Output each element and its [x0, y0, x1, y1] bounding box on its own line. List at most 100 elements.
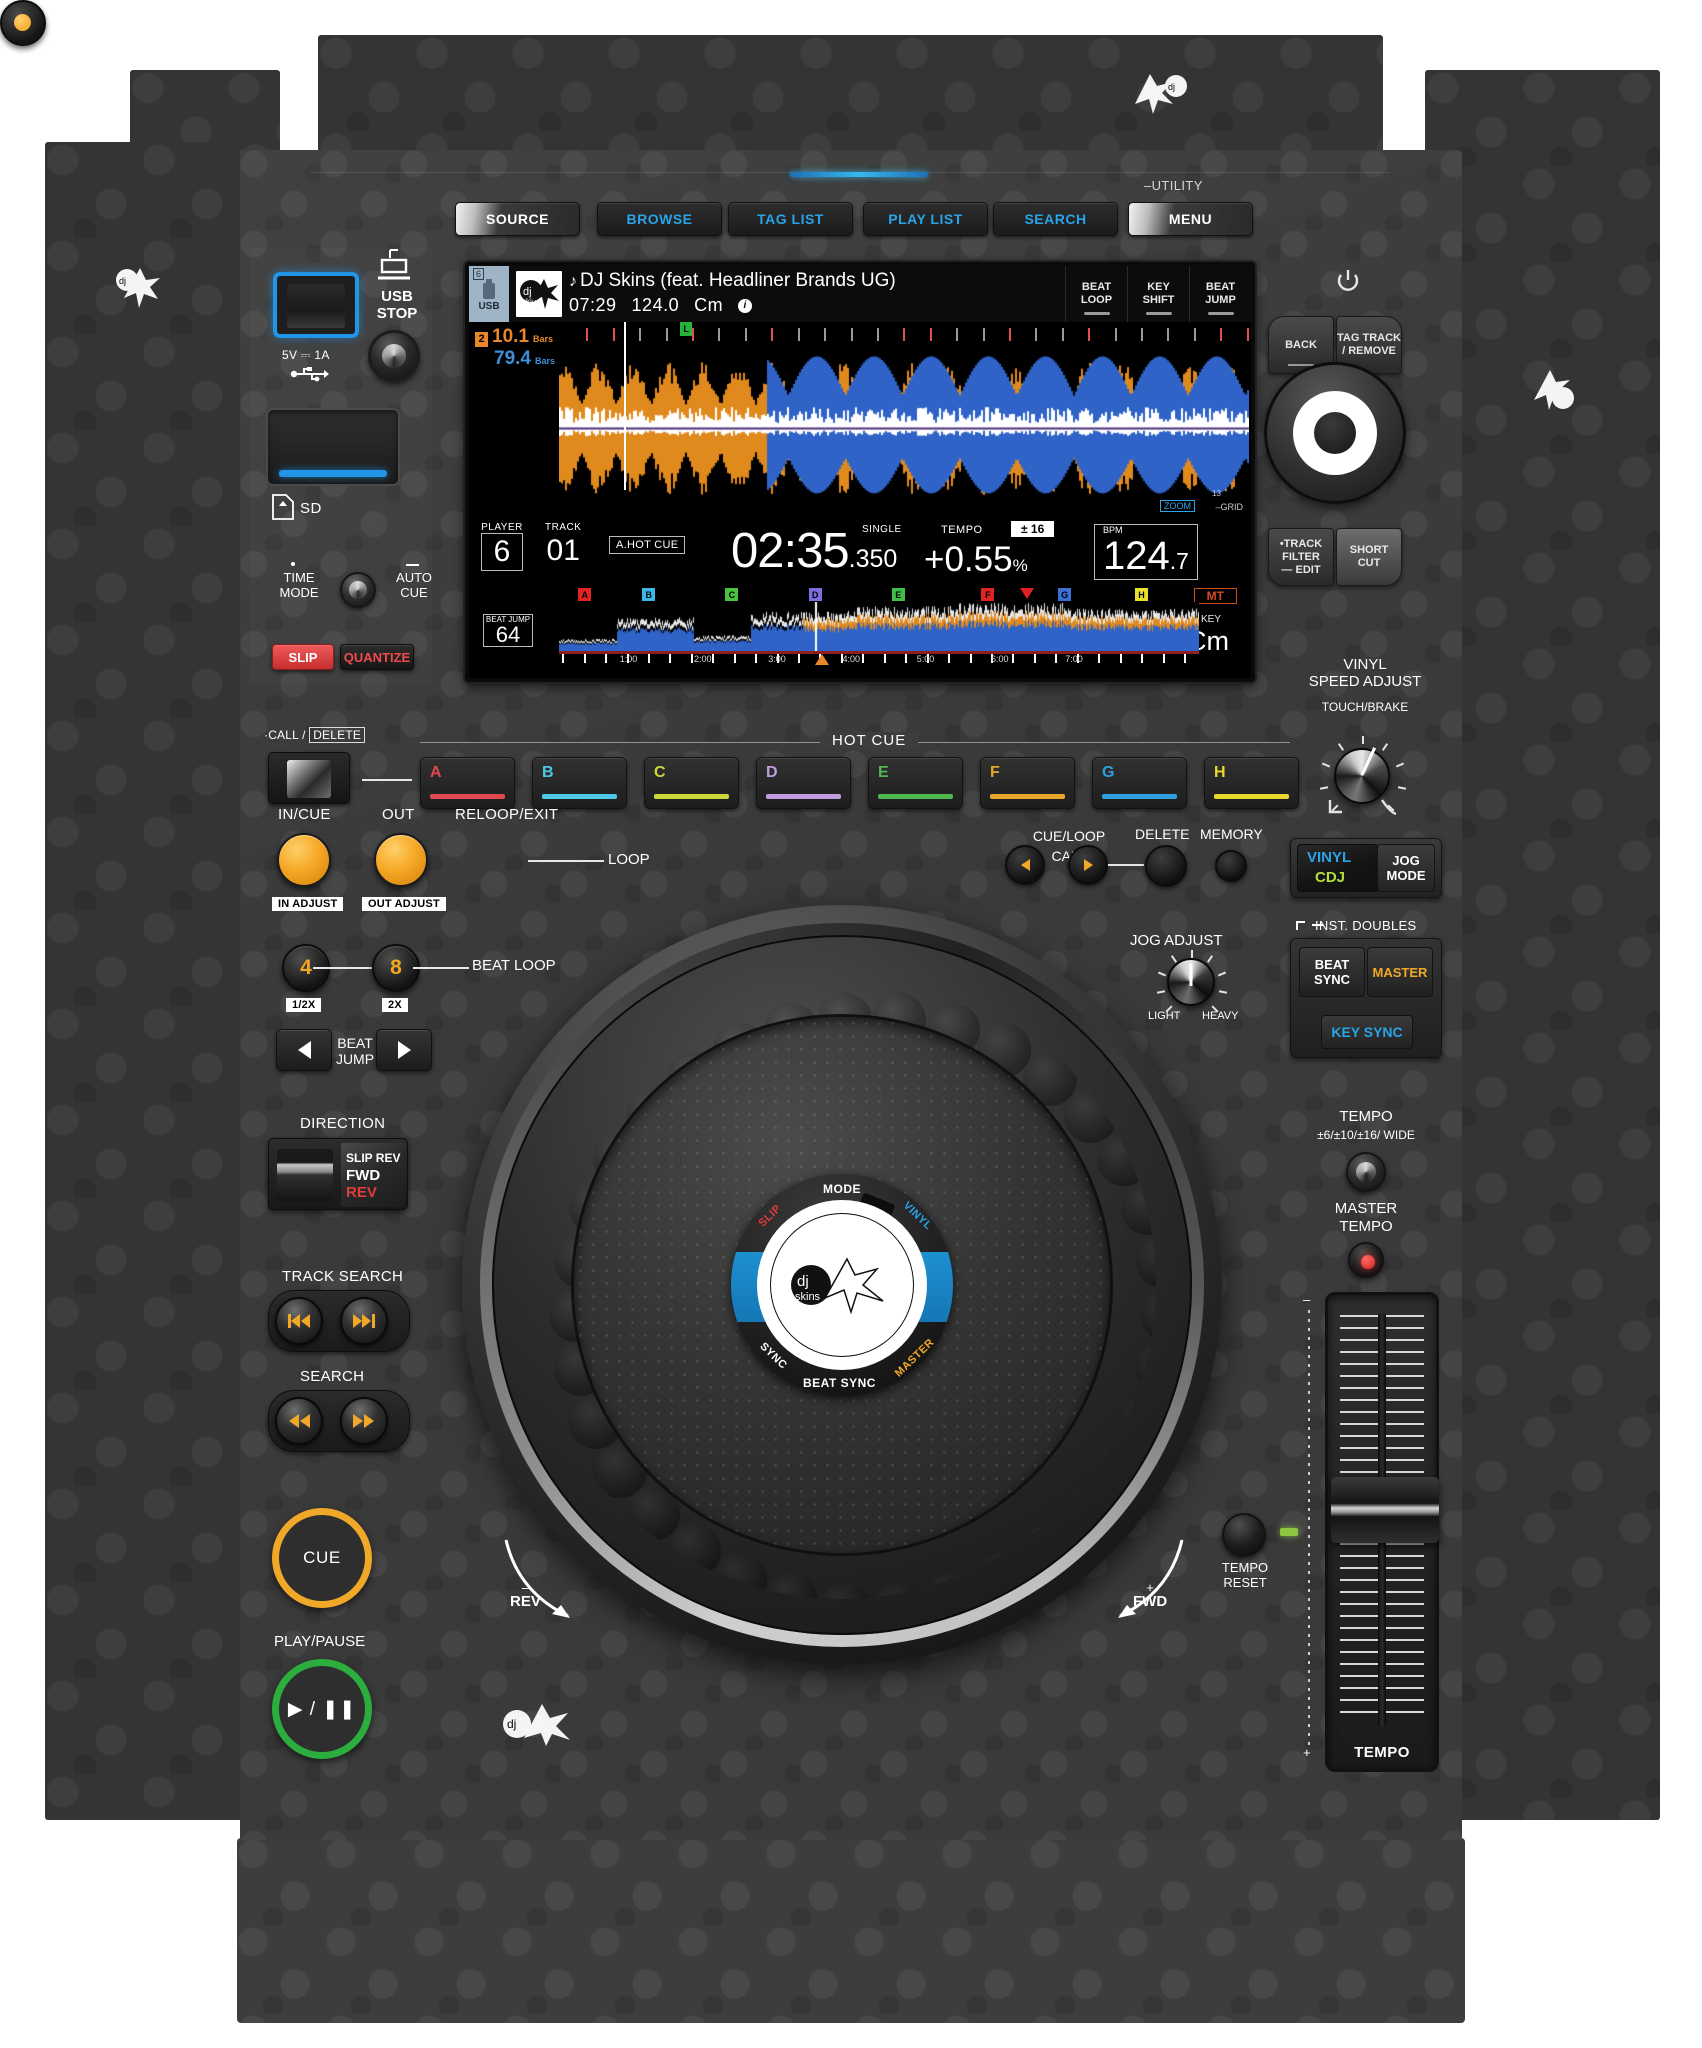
beat-sync-button[interactable]: BEAT SYNC	[1299, 947, 1365, 997]
reloop-exit-button[interactable]	[0, 0, 46, 46]
cue-point-f: F	[981, 588, 995, 601]
menu-button[interactable]: MENU	[1128, 202, 1253, 236]
play-pause-button[interactable]: ▶ / ❚❚	[272, 1659, 372, 1759]
jog-dimple	[764, 1572, 819, 1599]
time-mode-dot-icon	[291, 562, 295, 566]
key-shift-soft-button[interactable]: KEY SHIFT	[1127, 266, 1189, 322]
auto-cue-line1: AUTO	[396, 570, 432, 585]
tempo-fader-handle[interactable]	[1331, 1477, 1439, 1543]
track-title: DJ Skins (feat. Headliner Brands UG)	[580, 270, 896, 291]
vinyl-cdj-indicator: VINYL CDJ	[1297, 844, 1379, 892]
jog-adjust-knob[interactable]	[1167, 958, 1215, 1006]
browse-button[interactable]: BROWSE	[597, 202, 722, 236]
timeline-playhead	[815, 654, 829, 665]
hot-cue-pad-a[interactable]: A	[420, 757, 515, 809]
power-icon	[1337, 270, 1359, 291]
short-cut-button[interactable]: SHORT CUT	[1336, 528, 1402, 586]
call-delete-switch[interactable]	[268, 752, 350, 804]
loop-in-cue-button[interactable]	[277, 833, 331, 887]
hot-cue-pad-f[interactable]: F	[980, 757, 1075, 809]
usb-tab-label: USB	[478, 300, 500, 312]
search-button-label: SEARCH	[1024, 211, 1087, 227]
delete-button[interactable]	[1145, 845, 1187, 887]
tempo-reset-button[interactable]	[1222, 1513, 1266, 1557]
timeline-label: 6:00	[991, 654, 1009, 664]
master-button[interactable]: MASTER	[1367, 947, 1433, 997]
hotcue-status-badge: A.HOT CUE	[609, 536, 686, 554]
delete-label: DELETE	[309, 727, 366, 743]
key-sync-button[interactable]: KEY SYNC	[1321, 1015, 1413, 1049]
tag-track-line2: / REMOVE	[1342, 345, 1396, 357]
scrolling-waveform[interactable]	[559, 346, 1249, 496]
beat-jump-soft-button[interactable]: BEAT JUMP	[1189, 266, 1251, 322]
hot-cue-pad-c[interactable]: C	[644, 757, 739, 809]
source-button[interactable]: SOURCE	[455, 202, 580, 236]
vinyl-speed-line2: SPEED ADJUST	[1308, 673, 1422, 690]
rotary-selector-knob[interactable]	[1264, 362, 1406, 504]
hot-cue-pad-letter: E	[878, 764, 889, 781]
beat-grid-tick	[586, 328, 589, 341]
hot-cue-pad-b[interactable]: B	[532, 757, 627, 809]
timeline-ticks: 1:00 2:00 3:00 4:00 5:00 6:00 7:00	[559, 654, 1199, 668]
beat-loop-line-1	[313, 967, 375, 969]
zoom-tag[interactable]: ZOOM	[1160, 500, 1195, 512]
usb-symbol-icon	[290, 366, 330, 387]
display-header: 6 USB dj skins ♪ DJ Skins (feat. Headliner…	[469, 266, 1251, 322]
pitch-value-block: +0.55%	[924, 540, 1028, 586]
tag-list-button[interactable]: TAG LIST	[728, 202, 853, 236]
waveform-area[interactable]: 2 10.1 Bars 79.4 Bars L 13 ZOOM –GRID	[469, 322, 1251, 516]
grid-tag[interactable]: –GRID	[1215, 502, 1243, 512]
beat-loop-soft-button[interactable]: BEAT LOOP	[1065, 266, 1127, 322]
direction-switch[interactable]: SLIP REV FWD REV	[268, 1138, 408, 1210]
tempo-range-button[interactable]	[1346, 1152, 1386, 1192]
cue-point-e: E	[891, 588, 905, 601]
usb-stop-line2: STOP	[376, 305, 418, 322]
timeline-tick	[669, 654, 672, 663]
hot-cue-pad-e[interactable]: E	[868, 757, 963, 809]
timeline-tick	[948, 654, 951, 663]
memory-button[interactable]	[1215, 850, 1247, 882]
usb-slot[interactable]	[273, 272, 359, 338]
cue-loop-call-prev-button[interactable]	[1005, 845, 1045, 885]
quantize-button[interactable]: QUANTIZE	[340, 644, 414, 670]
jog-center-display[interactable]: dj skins MODE SLIP VINYL SYNC MASTER BEA…	[731, 1174, 953, 1396]
tempo-fader[interactable]: TEMPO	[1325, 1292, 1439, 1772]
cue-button[interactable]: CUE	[272, 1508, 372, 1608]
hot-cue-pad-g[interactable]: G	[1092, 757, 1187, 809]
sd-card-slot[interactable]	[266, 408, 400, 486]
timeline-tick	[862, 654, 865, 663]
lcd-display[interactable]: 6 USB dj skins ♪ DJ Skins (feat. Headliner…	[465, 262, 1255, 682]
time-mode-auto-cue-button[interactable]	[340, 572, 376, 608]
track-search-next-button[interactable]	[340, 1297, 388, 1345]
usb-stop-button[interactable]	[368, 330, 420, 382]
play-list-button[interactable]: PLAY LIST	[863, 202, 988, 236]
track-overview-waveform[interactable]	[559, 602, 1199, 652]
search-fastforward-button[interactable]	[340, 1397, 388, 1445]
search-button[interactable]: SEARCH	[993, 202, 1118, 236]
beat-grid-tick	[1193, 328, 1196, 341]
beat-jump-back-button[interactable]	[276, 1029, 332, 1071]
timeline-label: 4:00	[842, 654, 861, 664]
master-tempo-button[interactable]	[1348, 1242, 1384, 1278]
beat-grid-tick	[982, 328, 985, 341]
direction-label: DIRECTION	[300, 1115, 386, 1132]
inst-doubles-bracket-icon	[1296, 921, 1305, 930]
slip-button[interactable]: SLIP	[272, 644, 334, 670]
track-bpm: 124.0	[631, 295, 680, 315]
call-connector-line	[362, 779, 412, 781]
hot-cue-pad-d[interactable]: D	[756, 757, 851, 809]
track-search-prev-button[interactable]	[275, 1297, 323, 1345]
direction-lever[interactable]	[277, 1149, 333, 1201]
search-rewind-button[interactable]	[275, 1397, 323, 1445]
info-icon[interactable]: i	[738, 298, 753, 313]
cue-loop-call-next-button[interactable]	[1068, 845, 1108, 885]
beat-jump-forward-button[interactable]	[376, 1029, 432, 1071]
usb-source-tab[interactable]: 6 USB	[469, 266, 509, 322]
beat-jump-line1: BEAT	[337, 1035, 373, 1051]
loop-out-button[interactable]	[374, 833, 428, 887]
jog-mode-button[interactable]: JOG MODE	[1377, 844, 1435, 892]
track-filter-edit-button[interactable]: •TRACK FILTER — EDIT	[1268, 528, 1334, 586]
beat-grid-tick	[824, 328, 827, 341]
knob-tick	[1191, 950, 1193, 958]
hot-cue-pad-h[interactable]: H	[1204, 757, 1299, 809]
